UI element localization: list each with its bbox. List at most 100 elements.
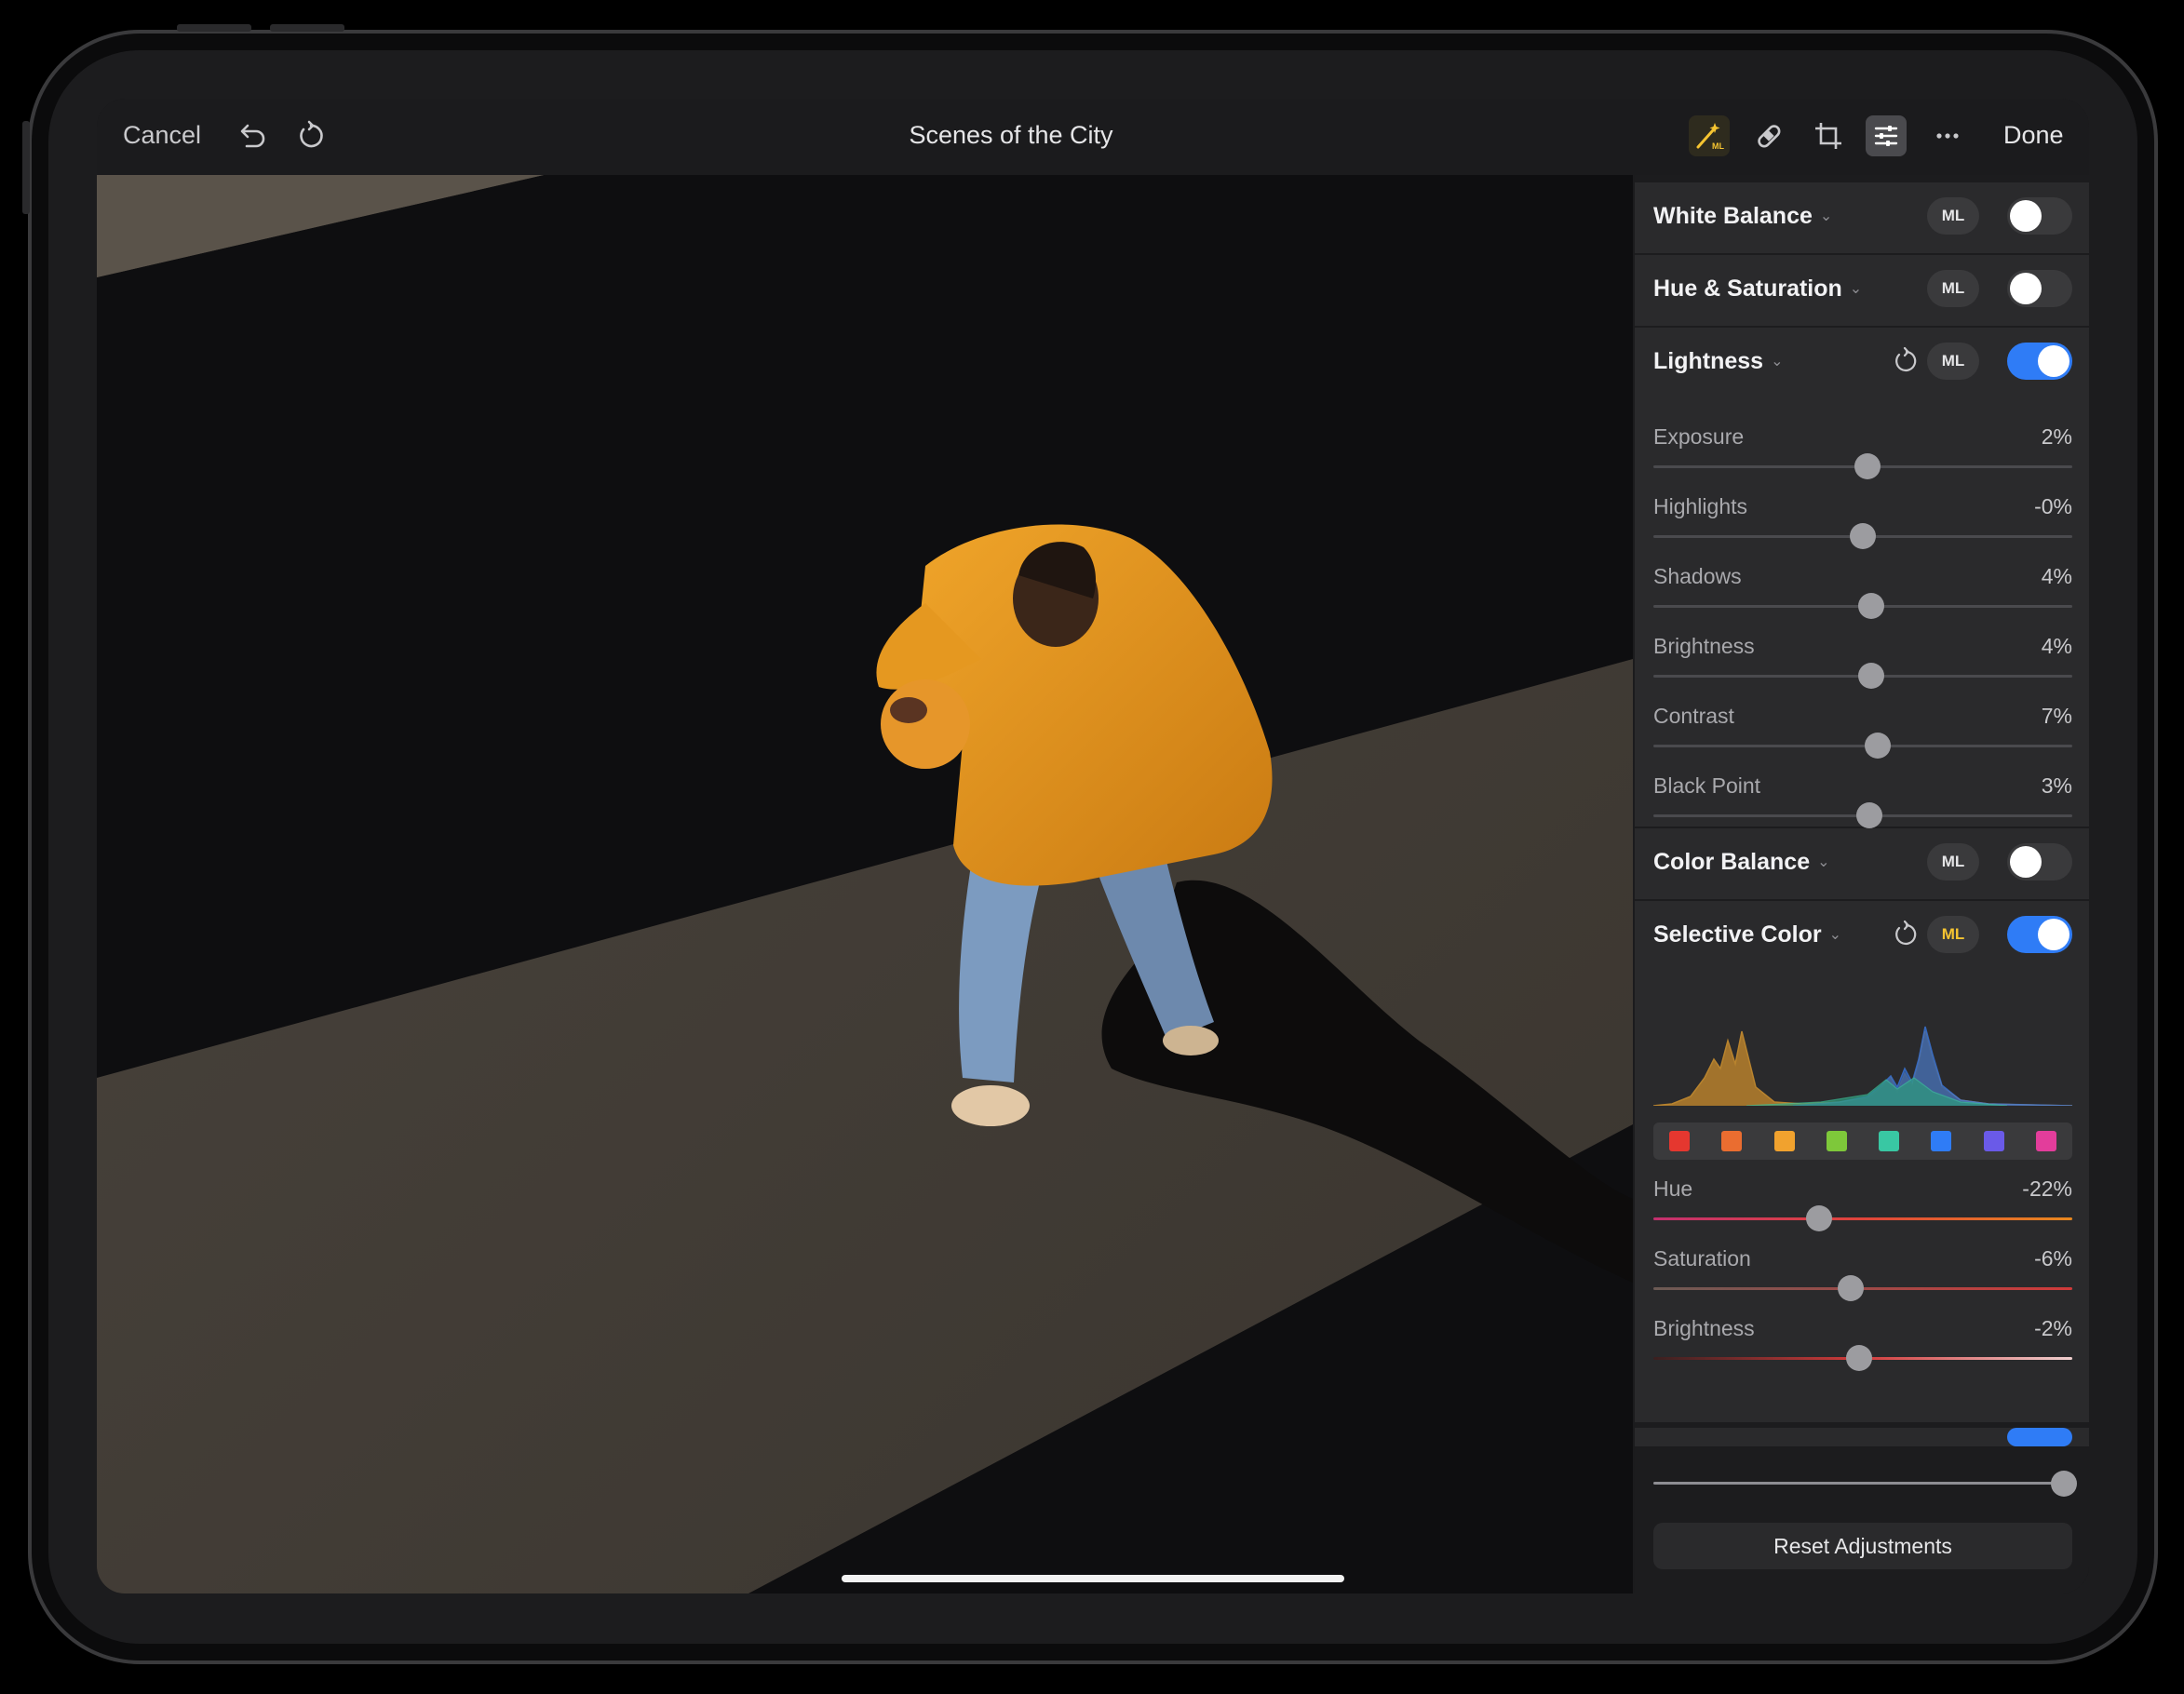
panel-footer: Reset Adjustments	[1635, 1446, 2089, 1593]
slider-label: Exposure	[1653, 424, 1745, 449]
color-swatch-6[interactable]	[1931, 1131, 1952, 1151]
lightness-header[interactable]: Lightness ⌄ ML	[1635, 328, 2089, 397]
color-swatch-1[interactable]	[1669, 1131, 1691, 1151]
lightness-slider-brightness[interactable]: Brightness 4%	[1653, 634, 2072, 704]
lightness-title: Lightness ⌄	[1653, 348, 1784, 374]
hue-saturation-toggle[interactable]	[2007, 270, 2072, 307]
slider-value: 4%	[2041, 564, 2072, 588]
slider-value: -6%	[2034, 1246, 2072, 1270]
slider-label: Hue	[1653, 1176, 1693, 1201]
selective-color-toggle[interactable]	[2007, 916, 2072, 953]
color-swatch-7[interactable]	[1983, 1131, 2004, 1151]
slider-value: 2%	[2041, 424, 2072, 449]
chevron-down-icon: ⌄	[1771, 354, 1784, 370]
ml-enhance-icon[interactable]: ML	[1689, 115, 1730, 156]
slider-thumb[interactable]	[1850, 523, 1876, 549]
slider-value: 7%	[2041, 704, 2072, 728]
slider-label: Brightness	[1653, 634, 1755, 658]
slider-thumb[interactable]	[1855, 802, 1882, 828]
selective-color-title: Selective Color ⌄	[1653, 921, 1842, 948]
white-balance-ml-button[interactable]: ML	[1927, 197, 1979, 235]
color-swatch-5[interactable]	[1879, 1131, 1900, 1151]
top-button-2	[270, 24, 344, 32]
adjustments-icon[interactable]	[1866, 115, 1907, 156]
color-balance-toggle[interactable]	[2007, 843, 2072, 881]
next-section-toggle[interactable]	[2007, 1428, 2072, 1446]
volume-button	[22, 121, 30, 214]
repair-bandage-icon[interactable]	[1748, 115, 1789, 156]
selective-color-slider-hue[interactable]: Hue -22%	[1653, 1176, 2072, 1246]
white-balance-section: White Balance ⌄ ML	[1635, 182, 2089, 253]
slider-thumb[interactable]	[1864, 733, 1891, 759]
hue-saturation-title: Hue & Saturation ⌄	[1653, 276, 1863, 302]
slider-value: -0%	[2034, 494, 2072, 518]
color-balance-header[interactable]: Color Balance ⌄ ML	[1635, 828, 2089, 897]
lightness-toggle[interactable]	[2007, 343, 2072, 380]
reset-adjustments-button[interactable]: Reset Adjustments	[1653, 1523, 2072, 1569]
selective-color-section: Selective Color ⌄ ML Hue -22% Saturation -6%…	[1635, 901, 2089, 1422]
color-balance-title: Color Balance ⌄	[1653, 849, 1830, 875]
lightness-slider-contrast[interactable]: Contrast 7%	[1653, 704, 2072, 773]
photo-image	[97, 175, 1633, 1593]
slider-label: Saturation	[1653, 1246, 1751, 1270]
selective-color-ml-button[interactable]: ML	[1927, 916, 1979, 953]
slider-label: Contrast	[1653, 704, 1734, 728]
lightness-section: Lightness ⌄ ML Exposure 2% Highlights -0% Sha…	[1635, 328, 2089, 828]
color-swatch-2[interactable]	[1721, 1131, 1743, 1151]
hue-saturation-ml-button[interactable]: ML	[1927, 270, 1979, 307]
intensity-slider[interactable]	[1653, 1465, 2077, 1502]
slider-track[interactable]	[1653, 1217, 2072, 1220]
lightness-slider-highlights[interactable]: Highlights -0%	[1653, 494, 2072, 564]
color-balance-section: Color Balance ⌄ ML	[1635, 828, 2089, 899]
selective-color-reset-icon[interactable]	[1892, 920, 1921, 949]
document-title: Scenes of the City	[909, 121, 1113, 149]
lightness-ml-button[interactable]: ML	[1927, 343, 1979, 380]
slider-thumb[interactable]	[1845, 1345, 1872, 1371]
done-button[interactable]: Done	[2003, 121, 2064, 150]
slider-thumb[interactable]	[1854, 453, 1881, 479]
selective-color-slider-brightness[interactable]: Brightness -2%	[1653, 1316, 2072, 1386]
slider-thumb[interactable]	[1837, 1275, 1864, 1301]
color-balance-ml-button[interactable]: ML	[1927, 843, 1979, 881]
white-balance-title: White Balance ⌄	[1653, 203, 1833, 229]
color-swatch-4[interactable]	[1826, 1131, 1847, 1151]
chevron-down-icon: ⌄	[1817, 854, 1830, 870]
top-toolbar: Cancel Scenes of the City ML Done	[97, 99, 2089, 173]
slider-thumb[interactable]	[1858, 593, 1884, 619]
white-balance-header[interactable]: White Balance ⌄ ML	[1635, 182, 2089, 251]
svg-text:ML: ML	[1712, 141, 1724, 151]
slider-value: -22%	[2022, 1176, 2072, 1201]
top-button	[177, 24, 251, 32]
lightness-slider-shadows[interactable]: Shadows 4%	[1653, 564, 2072, 634]
selective-color-slider-saturation[interactable]: Saturation -6%	[1653, 1246, 2072, 1316]
color-swatch-bar	[1653, 1123, 2072, 1160]
slider-value: 4%	[2041, 634, 2072, 658]
slider-thumb[interactable]	[1805, 1205, 1832, 1231]
more-options-icon[interactable]	[1927, 115, 1968, 156]
slider-track[interactable]	[1653, 745, 2072, 747]
adjustments-panel: White Balance ⌄ ML Hue & Saturation ⌄ ML L…	[1635, 175, 2089, 1593]
intensity-slider-thumb[interactable]	[2051, 1471, 2077, 1497]
slider-value: -2%	[2034, 1316, 2072, 1340]
slider-label: Shadows	[1653, 564, 1742, 588]
crop-icon[interactable]	[1808, 115, 1849, 156]
chevron-down-icon: ⌄	[1828, 927, 1842, 943]
lightness-slider-exposure[interactable]: Exposure 2%	[1653, 424, 2072, 494]
hue-saturation-section: Hue & Saturation ⌄ ML	[1635, 255, 2089, 326]
slider-value: 3%	[2041, 773, 2072, 798]
color-histogram	[1653, 1026, 2072, 1106]
hue-saturation-header[interactable]: Hue & Saturation ⌄ ML	[1635, 255, 2089, 324]
chevron-down-icon: ⌄	[1849, 281, 1863, 297]
chevron-down-icon: ⌄	[1819, 208, 1833, 224]
color-swatch-8[interactable]	[2035, 1131, 2056, 1151]
color-swatch-3[interactable]	[1773, 1131, 1795, 1151]
selective-color-header[interactable]: Selective Color ⌄ ML	[1635, 901, 2089, 970]
slider-thumb[interactable]	[1858, 663, 1884, 689]
photo-canvas[interactable]	[97, 175, 1633, 1593]
lightness-reset-icon[interactable]	[1892, 346, 1921, 376]
app-screen: Cancel Scenes of the City ML Done White …	[97, 99, 2089, 1593]
slider-label: Black Point	[1653, 773, 1761, 798]
slider-label: Brightness	[1653, 1316, 1755, 1340]
home-indicator	[842, 1575, 1344, 1582]
white-balance-toggle[interactable]	[2007, 197, 2072, 235]
